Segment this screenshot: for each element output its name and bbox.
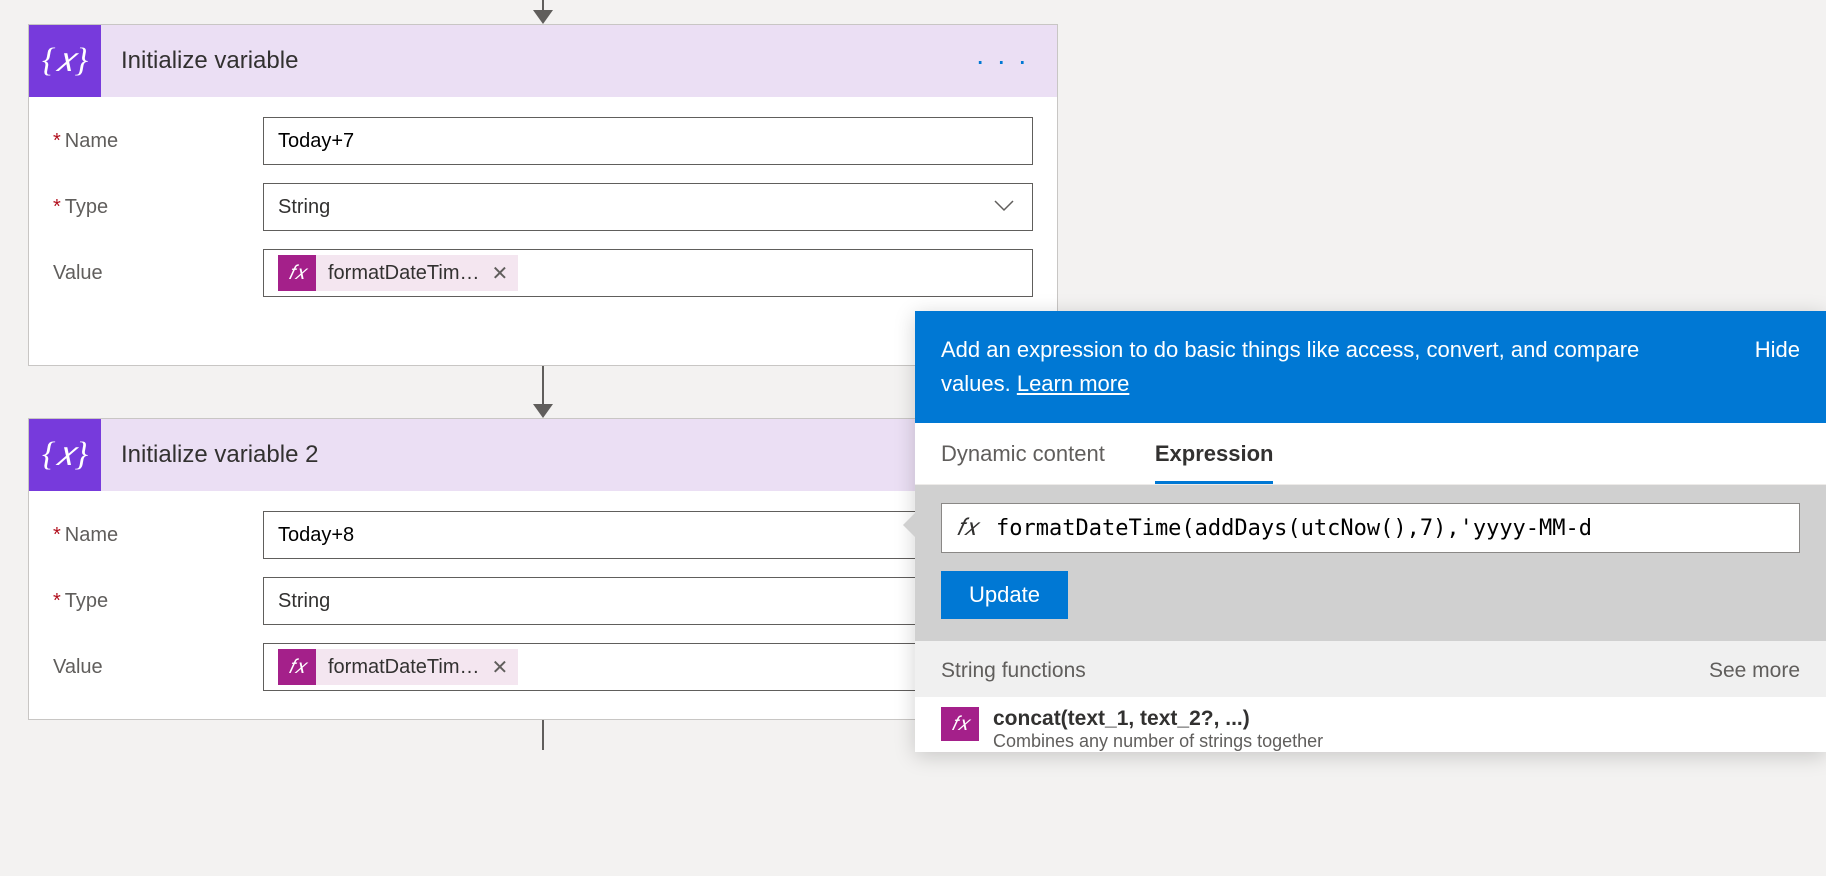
remove-token-button[interactable]: ✕	[492, 261, 509, 286]
variable-icon: {𝑥}	[29, 25, 101, 97]
name-input[interactable]	[263, 117, 1033, 165]
remove-token-button[interactable]: ✕	[492, 655, 509, 680]
connector-arrow	[28, 0, 1058, 24]
card-menu-button[interactable]: · · ·	[975, 25, 1029, 97]
tab-dynamic-content[interactable]: Dynamic content	[941, 441, 1105, 484]
connector-arrow	[28, 366, 1058, 418]
fx-icon: 𝑓𝑥	[942, 515, 992, 542]
type-label: *Type	[53, 590, 263, 613]
fx-icon: 𝑓𝑥	[941, 707, 979, 741]
panel-header: Add an expression to do basic things lik…	[915, 311, 1826, 423]
token-text: formatDateTim…	[328, 262, 480, 285]
function-item-concat[interactable]: 𝑓𝑥 concat(text_1, text_2?, ...) Combines…	[915, 697, 1826, 752]
function-section-header: String functions See more	[915, 641, 1826, 697]
function-name: concat(text_1, text_2?, ...)	[993, 707, 1323, 731]
see-more-link[interactable]: See more	[1709, 659, 1800, 683]
name-label: *Name	[53, 524, 263, 547]
expression-text-field[interactable]	[992, 504, 1799, 552]
action-card-initialize-variable[interactable]: {𝑥} Initialize variable · · · *Name *Typ…	[28, 24, 1058, 366]
value-label: Value	[53, 262, 263, 285]
flow-canvas: {𝑥} Initialize variable · · · *Name *Typ…	[28, 0, 1058, 750]
card-header[interactable]: {𝑥} Initialize variable · · ·	[29, 25, 1057, 97]
card-title: Initialize variable	[121, 47, 298, 75]
update-button[interactable]: Update	[941, 571, 1068, 619]
card-body: *Name *Type String Value 𝑓𝑥	[29, 97, 1057, 365]
expression-token[interactable]: 𝑓𝑥 formatDateTim… ✕	[278, 255, 518, 291]
type-select[interactable]: String	[263, 183, 1033, 231]
expression-input[interactable]: 𝑓𝑥	[941, 503, 1800, 553]
expression-edit-area: 𝑓𝑥 Update	[915, 485, 1826, 641]
token-text: formatDateTim…	[328, 656, 480, 679]
panel-intro-text: Add an expression to do basic things lik…	[941, 333, 1715, 401]
type-label: *Type	[53, 196, 263, 219]
fx-icon: 𝑓𝑥	[278, 649, 316, 685]
type-selected-value: String	[278, 196, 330, 219]
learn-more-link[interactable]: Learn more	[1017, 371, 1130, 396]
value-label: Value	[53, 656, 263, 679]
value-input[interactable]: 𝑓𝑥 formatDateTim… ✕	[263, 249, 1033, 297]
fx-icon: 𝑓𝑥	[278, 255, 316, 291]
name-label: *Name	[53, 130, 263, 153]
hide-panel-button[interactable]: Hide	[1755, 333, 1800, 367]
type-selected-value: String	[278, 590, 330, 613]
expression-token[interactable]: 𝑓𝑥 formatDateTim… ✕	[278, 649, 518, 685]
name-input-field[interactable]	[278, 130, 1018, 153]
connector-arrow	[28, 720, 1058, 750]
callout-arrow-icon	[903, 511, 917, 539]
card-title: Initialize variable 2	[121, 441, 318, 469]
expression-editor-panel: Add an expression to do basic things lik…	[915, 311, 1826, 752]
panel-tabs: Dynamic content Expression	[915, 423, 1826, 485]
tab-expression[interactable]: Expression	[1155, 441, 1274, 484]
section-title: String functions	[941, 659, 1086, 683]
variable-icon: {𝑥}	[29, 419, 101, 491]
action-card-initialize-variable-2[interactable]: {𝑥} Initialize variable 2 *Name *Type St…	[28, 418, 1058, 720]
card-header[interactable]: {𝑥} Initialize variable 2	[29, 419, 1057, 491]
chevron-down-icon	[994, 196, 1014, 219]
function-description: Combines any number of strings together	[993, 731, 1323, 752]
